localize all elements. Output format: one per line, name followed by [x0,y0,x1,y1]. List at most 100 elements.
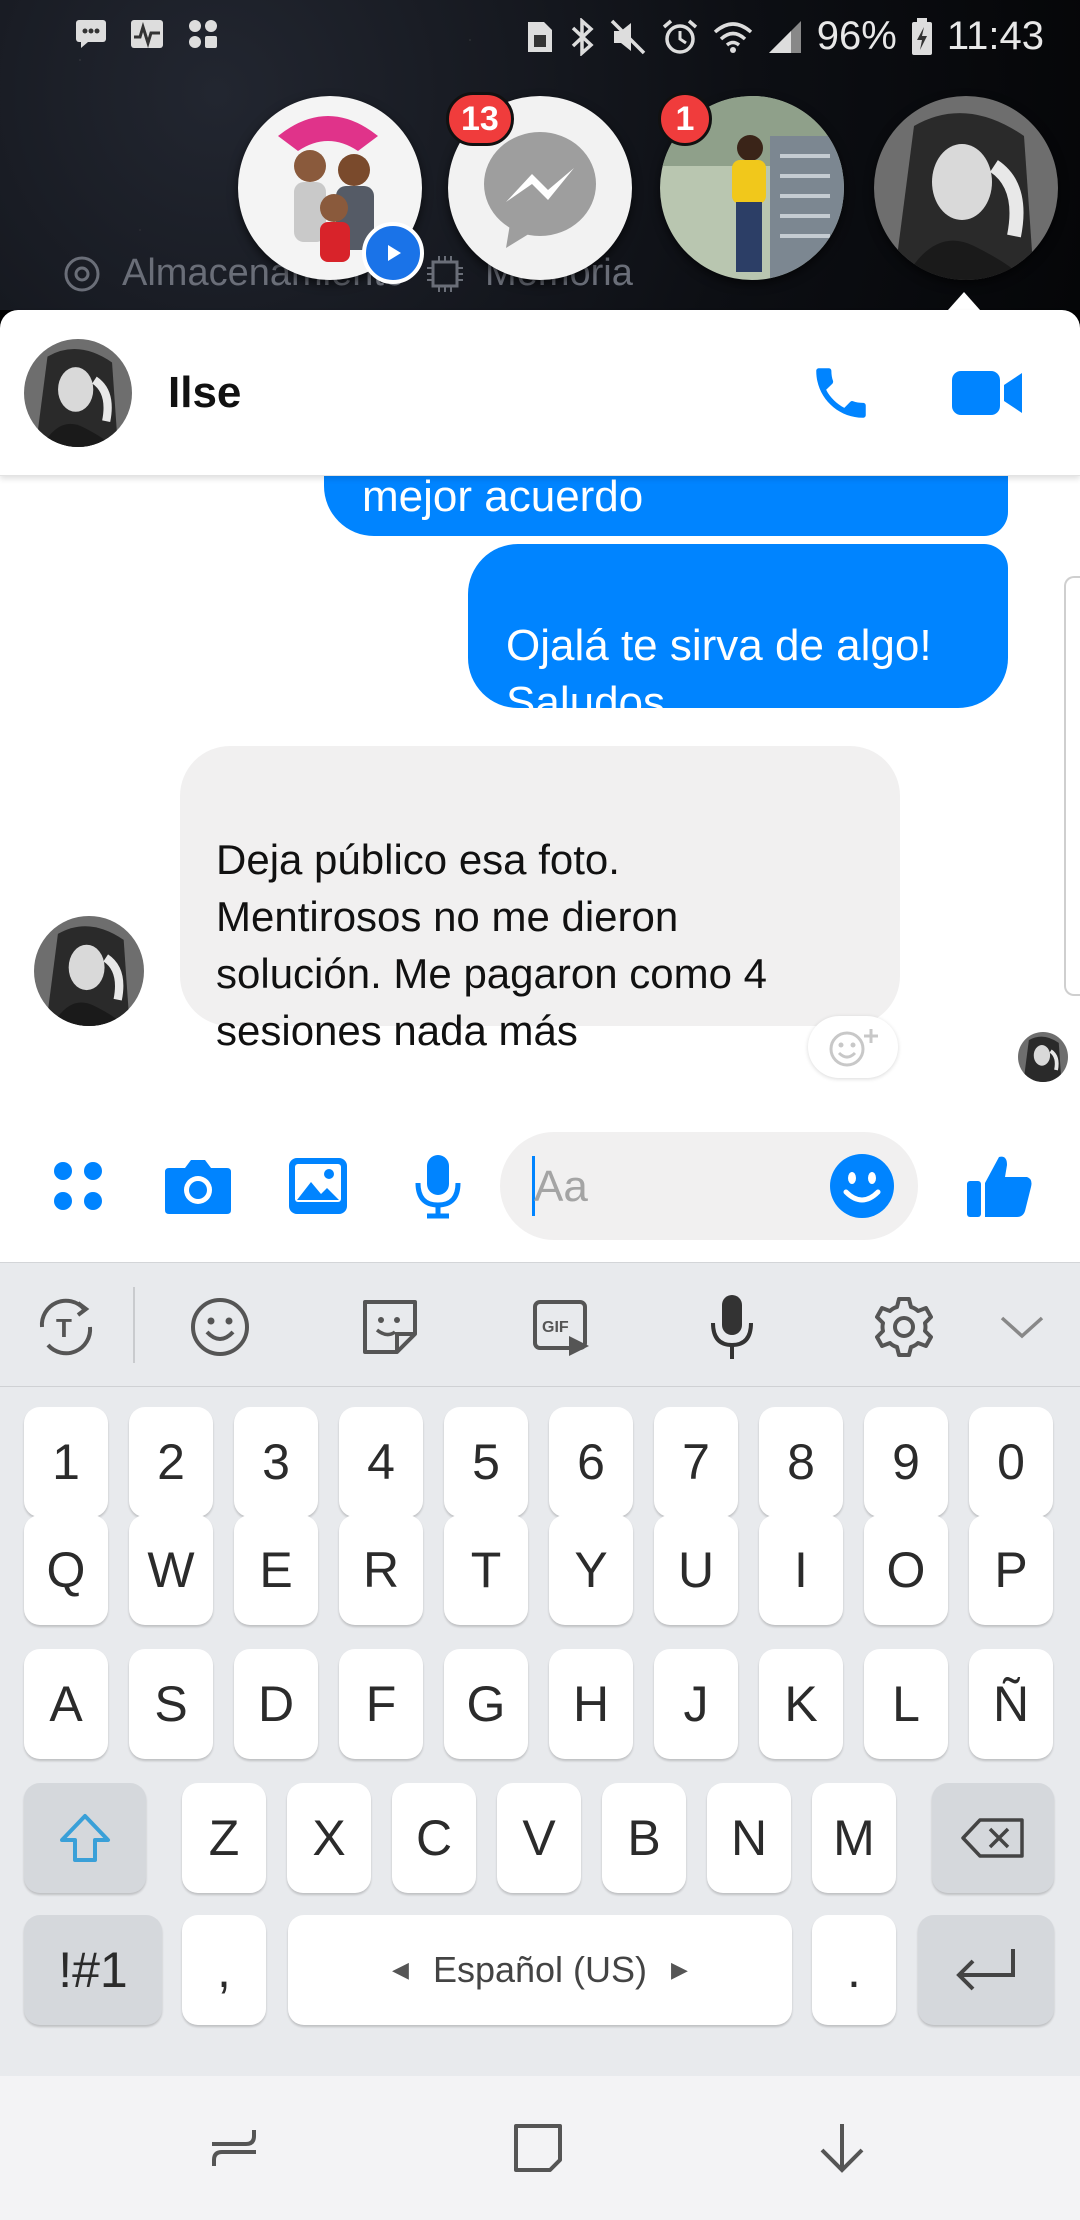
image-icon [289,1158,347,1214]
microphone-icon [711,1295,753,1359]
key-k[interactable]: K [759,1649,843,1759]
key-1[interactable]: 1 [24,1407,108,1517]
space-key[interactable]: ◀ Español (US) ▶ [288,1915,792,2025]
key-h[interactable]: H [549,1649,633,1759]
gallery-button[interactable] [280,1148,356,1224]
key-w[interactable]: W [129,1515,213,1625]
more-actions-button[interactable] [40,1148,116,1224]
key-8[interactable]: 8 [759,1407,843,1517]
key-x[interactable]: X [287,1783,371,1893]
active-head-pointer [948,292,980,310]
video-camera-icon [952,371,1022,415]
text-translate-icon: T [39,1298,93,1356]
key-s[interactable]: S [129,1649,213,1759]
key-q[interactable]: Q [24,1515,108,1625]
key-m[interactable]: M [812,1783,896,1893]
key-v[interactable]: V [497,1783,581,1893]
toolbar-divider [133,1287,135,1363]
message-input[interactable]: Aa [500,1132,918,1240]
phone-icon [816,368,866,418]
ilse-avatar [874,96,1058,280]
key-y[interactable]: Y [549,1515,633,1625]
key-6[interactable]: 6 [549,1407,633,1517]
key-d[interactable]: D [234,1649,318,1759]
message-incoming[interactable]: Deja público esa foto. Mentirosos no me … [180,746,900,1054]
keyboard-settings-button[interactable] [868,1291,940,1363]
voice-input-button[interactable] [696,1291,768,1363]
language-prev-icon: ◀ [392,1957,409,1982]
recents-icon [212,2130,256,2166]
key-o[interactable]: O [864,1515,948,1625]
key-i[interactable]: I [759,1515,843,1625]
key-enye[interactable]: Ñ [969,1649,1053,1759]
chevron-down-icon [1000,1316,1044,1339]
period-key[interactable]: . [812,1915,896,2025]
key-l[interactable]: L [864,1649,948,1759]
thumbs-up-icon [967,1156,1032,1217]
sticker-button[interactable] [354,1291,426,1363]
alarm-icon [662,19,697,54]
key-j[interactable]: J [654,1649,738,1759]
sticker-icon [363,1300,417,1354]
emoji-keyboard-button[interactable] [184,1291,256,1363]
key-r[interactable]: R [339,1515,423,1625]
like-button[interactable] [962,1148,1038,1224]
message-outgoing[interactable]: Ojalá te sirva de algo! Saludos [468,544,1008,727]
key-5[interactable]: 5 [444,1407,528,1517]
key-a[interactable]: A [24,1649,108,1759]
home-button[interactable] [502,2112,574,2184]
voice-call-button[interactable] [802,354,880,432]
composer-bar: Aa [0,1110,1080,1262]
gif-button[interactable]: GIF [526,1291,598,1363]
smiley-outline-icon [191,1298,249,1356]
key-e[interactable]: E [234,1515,318,1625]
key-9[interactable]: 9 [864,1407,948,1517]
key-2[interactable]: 2 [129,1407,213,1517]
key-u[interactable]: U [654,1515,738,1625]
backspace-icon [961,1818,1024,1858]
chat-head-ilse[interactable] [874,96,1058,280]
message-text: Deja público esa foto. Mentirosos no me … [216,836,767,1054]
status-bar: 96% 11:43 [0,0,1080,72]
symbols-key[interactable]: !#1 [24,1915,162,2025]
emoji-button[interactable] [828,1152,896,1220]
key-4[interactable]: 4 [339,1407,423,1517]
back-button[interactable] [806,2112,878,2184]
ilse-avatar [24,339,132,447]
contact-name[interactable]: Ilse [168,368,241,418]
key-3[interactable]: 3 [234,1407,318,1517]
shift-key[interactable] [24,1783,146,1893]
bbm-icon [74,18,108,50]
key-b[interactable]: B [602,1783,686,1893]
camera-icon [165,1160,231,1214]
key-p[interactable]: P [969,1515,1053,1625]
enter-key[interactable] [918,1915,1054,2025]
scrollbar[interactable] [1064,576,1080,996]
add-reaction-button[interactable] [808,1016,898,1078]
video-call-button[interactable] [944,354,1030,432]
key-n[interactable]: N [707,1783,791,1893]
backspace-key[interactable] [932,1783,1054,1893]
voice-message-button[interactable] [400,1148,476,1224]
language-next-icon: ▶ [671,1957,688,1982]
contact-avatar[interactable] [24,339,132,447]
message-list[interactable]: mejor acuerdo Ojalá te sirva de algo! Sa… [0,476,1080,1110]
message-outgoing[interactable]: mejor acuerdo [324,476,1008,536]
key-g[interactable]: G [444,1649,528,1759]
clock: 11:43 [946,14,1044,58]
key-0[interactable]: 0 [969,1407,1053,1517]
comma-key[interactable]: , [182,1915,266,2025]
key-c[interactable]: C [392,1783,476,1893]
key-z[interactable]: Z [182,1783,266,1893]
microphone-icon [415,1155,461,1219]
key-f[interactable]: F [339,1649,423,1759]
collapse-keyboard-button[interactable] [986,1291,1058,1363]
translate-button[interactable]: T [30,1291,102,1363]
svg-text:GIF: GIF [542,1319,569,1336]
recent-apps-button[interactable] [198,2112,270,2184]
key-7[interactable]: 7 [654,1407,738,1517]
key-t[interactable]: T [444,1515,528,1625]
message-text: Ojalá te sirva de algo! Saludos [506,621,932,727]
sender-avatar[interactable] [34,916,144,1026]
camera-button[interactable] [160,1148,236,1224]
